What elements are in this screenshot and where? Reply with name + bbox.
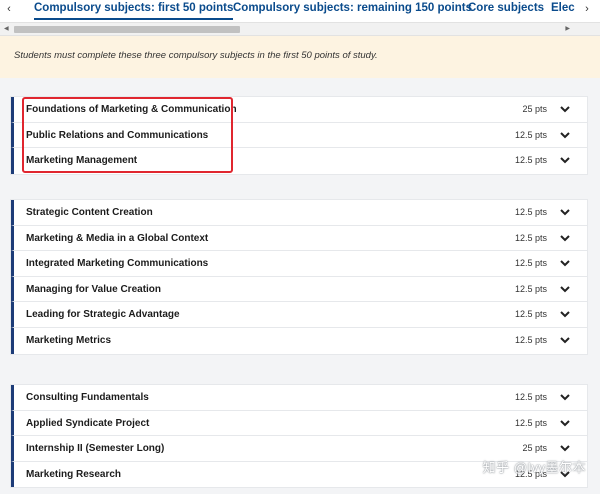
subject-points: 12.5 pts	[514, 309, 547, 320]
chevron-down-icon[interactable]	[559, 391, 571, 403]
subject-row[interactable]: Integrated Marketing Communications 12.5…	[11, 251, 587, 277]
subject-points: 12.5 pts	[514, 129, 547, 140]
tab-core-subjects[interactable]: Core subjects	[468, 1, 544, 16]
subject-points: 12.5 pts	[514, 232, 547, 243]
tab-scrollbar[interactable]: ◀ ▶	[0, 22, 600, 36]
chevron-down-icon[interactable]	[559, 334, 571, 346]
subject-row[interactable]: Applied Syndicate Project 12.5 pts	[11, 410, 587, 437]
subject-row[interactable]: Foundations of Marketing & Communication…	[11, 97, 587, 123]
scroll-left-icon[interactable]: ◀	[4, 25, 9, 33]
subject-title: Marketing Metrics	[26, 334, 112, 346]
subject-points: 25 pts	[522, 443, 547, 454]
subject-title: Marketing Management	[26, 155, 138, 167]
subject-row[interactable]: Strategic Content Creation 12.5 pts	[11, 200, 587, 226]
subject-points: 12.5 pts	[514, 155, 547, 166]
subject-tabbar: ‹ Compulsory subjects: first 50 points C…	[0, 0, 600, 22]
tab-compulsory-first-50[interactable]: Compulsory subjects: first 50 points	[34, 1, 234, 20]
tab-electives[interactable]: Elec	[551, 1, 575, 16]
subject-row[interactable]: Consulting Fundamentals 12.5 pts	[11, 385, 587, 411]
subject-row[interactable]: Public Relations and Communications 12.5…	[11, 122, 587, 149]
subject-title: Leading for Strategic Advantage	[26, 309, 180, 321]
notice-banner: Students must complete these three compu…	[0, 36, 600, 78]
chevron-down-icon[interactable]	[559, 283, 571, 295]
subject-title: Managing for Value Creation	[26, 283, 162, 295]
chevron-down-icon[interactable]	[559, 257, 571, 269]
subject-title: Marketing & Media in a Global Context	[26, 232, 209, 244]
chevron-down-icon[interactable]	[559, 442, 571, 454]
chevron-right-icon[interactable]: ›	[580, 1, 594, 17]
subject-points: 12.5 pts	[514, 258, 547, 269]
tab-compulsory-remaining-150[interactable]: Compulsory subjects: remaining 150 point…	[233, 1, 472, 16]
subject-row[interactable]: Marketing & Media in a Global Context 12…	[11, 225, 587, 252]
subject-points: 12.5 pts	[514, 207, 547, 217]
notice-text: Students must complete these three compu…	[14, 50, 378, 61]
scrollbar-thumb[interactable]	[14, 26, 240, 33]
subject-title: Integrated Marketing Communications	[26, 258, 209, 270]
subject-points: 12.5 pts	[514, 392, 547, 402]
subject-title: Public Relations and Communications	[26, 129, 209, 141]
subject-title: Consulting Fundamentals	[26, 392, 149, 403]
subject-points: 12.5 pts	[514, 283, 547, 294]
chevron-down-icon[interactable]	[559, 154, 571, 166]
chevron-down-icon[interactable]	[559, 308, 571, 320]
subject-group-first-50: Foundations of Marketing & Communication…	[10, 96, 588, 175]
chevron-down-icon[interactable]	[559, 129, 571, 141]
chevron-down-icon[interactable]	[559, 103, 571, 115]
subject-row[interactable]: Leading for Strategic Advantage 12.5 pts	[11, 302, 587, 328]
subject-row[interactable]: Marketing Management 12.5 pts	[11, 148, 587, 174]
subject-points: 25 pts	[522, 104, 547, 114]
subject-title: Foundations of Marketing & Communication	[26, 104, 237, 115]
subject-title: Internship II (Semester Long)	[26, 443, 165, 455]
chevron-left-icon[interactable]: ‹	[2, 1, 16, 17]
subject-title: Strategic Content Creation	[26, 207, 153, 218]
chevron-down-icon[interactable]	[559, 206, 571, 218]
subject-group-remaining: Strategic Content Creation 12.5 pts Mark…	[10, 199, 588, 355]
subject-points: 12.5 pts	[514, 334, 547, 345]
subject-title: Applied Syndicate Project	[26, 417, 150, 429]
scroll-right-icon[interactable]: ▶	[565, 25, 570, 33]
watermark-text: 知乎 @Ivy墨尔本	[482, 460, 586, 475]
subject-title: Marketing Research	[26, 468, 122, 480]
chevron-down-icon[interactable]	[559, 232, 571, 244]
subject-row[interactable]: Marketing Metrics 12.5 pts	[11, 327, 587, 354]
subject-points: 12.5 pts	[514, 417, 547, 428]
chevron-down-icon[interactable]	[559, 417, 571, 429]
subject-row[interactable]: Managing for Value Creation 12.5 pts	[11, 276, 587, 303]
